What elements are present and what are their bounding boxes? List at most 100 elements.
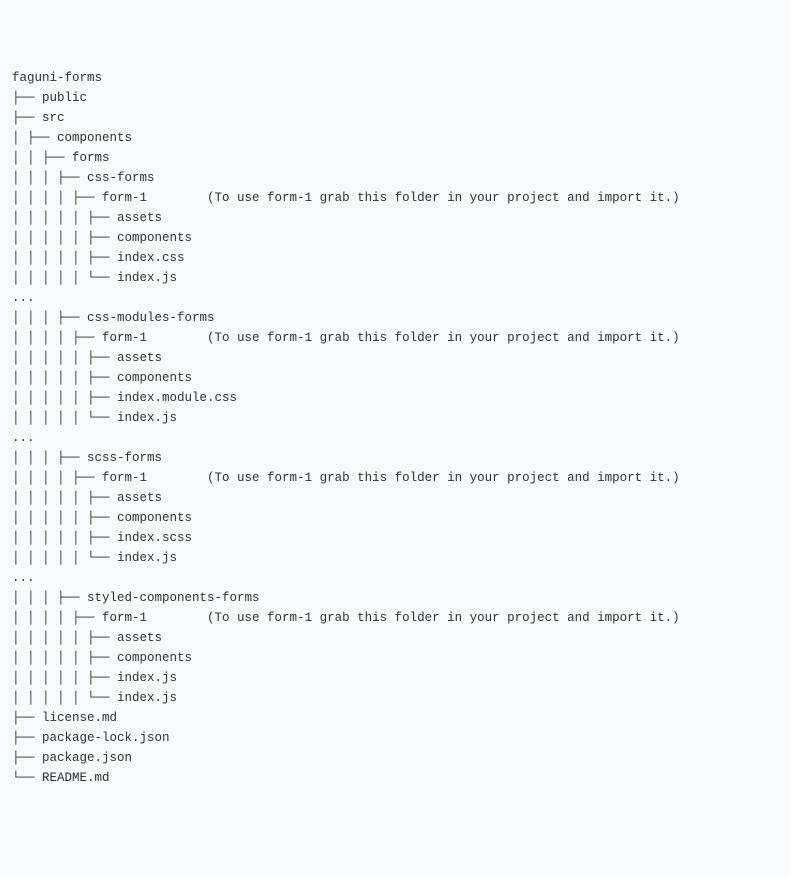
tree-line: ... xyxy=(12,428,778,448)
tree-node-name: css-modules-forms xyxy=(87,311,215,325)
tree-line: │ │ │ ├── styled-components-forms xyxy=(12,588,778,608)
tree-node-name: index.js xyxy=(117,671,177,685)
tree-line: │ │ │ │ │ ├── assets xyxy=(12,208,778,228)
tree-prefix: │ │ │ │ │ └── xyxy=(12,551,117,565)
tree-node-note: (To use form-1 grab this folder in your … xyxy=(207,331,680,345)
tree-node-name: assets xyxy=(117,351,162,365)
tree-line: │ │ │ │ │ ├── assets xyxy=(12,628,778,648)
tree-node-name: components xyxy=(117,371,192,385)
tree-line: ├── package-lock.json xyxy=(12,728,778,748)
tree-node-name: css-forms xyxy=(87,171,155,185)
tree-prefix: ├── xyxy=(12,751,42,765)
tree-prefix: └── xyxy=(12,771,42,785)
tree-line: │ │ │ │ │ ├── components xyxy=(12,368,778,388)
tree-prefix: │ │ │ │ ├── xyxy=(12,191,102,205)
tree-prefix: ... xyxy=(12,571,35,585)
tree-prefix: │ │ │ ├── xyxy=(12,591,87,605)
tree-line: ... xyxy=(12,568,778,588)
tree-prefix: │ │ │ │ │ ├── xyxy=(12,631,117,645)
tree-node-name: package.json xyxy=(42,751,132,765)
tree-node-name: form-1 xyxy=(102,191,207,205)
tree-line: │ │ ├── forms xyxy=(12,148,778,168)
tree-node-name: index.scss xyxy=(117,531,192,545)
tree-line: │ │ │ │ │ ├── index.css xyxy=(12,248,778,268)
tree-prefix: ├── xyxy=(12,711,42,725)
tree-node-name: license.md xyxy=(42,711,117,725)
tree-prefix: │ │ │ │ │ ├── xyxy=(12,671,117,685)
tree-prefix: ... xyxy=(12,431,35,445)
tree-line: │ │ │ │ │ └── index.js xyxy=(12,548,778,568)
tree-line: │ │ │ │ ├── form-1 (To use form-1 grab t… xyxy=(12,328,778,348)
tree-node-name: components xyxy=(117,231,192,245)
tree-node-note: (To use form-1 grab this folder in your … xyxy=(207,471,680,485)
tree-line: ├── src xyxy=(12,108,778,128)
tree-line: │ │ │ │ │ └── index.js xyxy=(12,268,778,288)
tree-prefix: │ │ │ │ │ ├── xyxy=(12,511,117,525)
tree-prefix: │ │ │ │ │ ├── xyxy=(12,531,117,545)
tree-line: ├── license.md xyxy=(12,708,778,728)
tree-line: │ │ │ │ │ └── index.js xyxy=(12,688,778,708)
tree-line: │ │ │ │ ├── form-1 (To use form-1 grab t… xyxy=(12,608,778,628)
tree-line: │ │ │ │ │ ├── assets xyxy=(12,348,778,368)
tree-prefix: │ │ │ │ │ ├── xyxy=(12,371,117,385)
tree-prefix: │ │ │ │ ├── xyxy=(12,471,102,485)
tree-prefix: │ │ │ │ │ └── xyxy=(12,691,117,705)
tree-node-note: (To use form-1 grab this folder in your … xyxy=(207,191,680,205)
tree-line: ... xyxy=(12,288,778,308)
tree-line: │ │ │ ├── css-modules-forms xyxy=(12,308,778,328)
tree-prefix: │ │ │ │ │ ├── xyxy=(12,391,117,405)
tree-prefix: │ │ │ │ │ ├── xyxy=(12,351,117,365)
tree-node-name: assets xyxy=(117,631,162,645)
tree-prefix: ... xyxy=(12,291,35,305)
tree-node-name: README.md xyxy=(42,771,110,785)
tree-prefix: │ │ │ │ │ ├── xyxy=(12,251,117,265)
tree-node-name: index.css xyxy=(117,251,185,265)
tree-line: │ ├── components xyxy=(12,128,778,148)
tree-line: │ │ │ │ │ └── index.js xyxy=(12,408,778,428)
directory-tree: faguni-forms├── public├── src│ ├── compo… xyxy=(12,68,778,788)
tree-node-name: package-lock.json xyxy=(42,731,170,745)
tree-prefix: │ │ │ │ │ ├── xyxy=(12,491,117,505)
tree-node-name: public xyxy=(42,91,87,105)
tree-node-name: components xyxy=(117,511,192,525)
tree-prefix: │ │ │ ├── xyxy=(12,451,87,465)
tree-node-name: form-1 xyxy=(102,331,207,345)
tree-prefix: │ ├── xyxy=(12,131,57,145)
tree-line: │ │ │ │ │ ├── components xyxy=(12,228,778,248)
tree-line: │ │ │ │ │ ├── index.module.css xyxy=(12,388,778,408)
tree-line: faguni-forms xyxy=(12,68,778,88)
tree-prefix: ├── xyxy=(12,731,42,745)
tree-node-name: src xyxy=(42,111,65,125)
tree-prefix: │ │ │ │ │ ├── xyxy=(12,651,117,665)
tree-node-name: index.js xyxy=(117,411,177,425)
tree-prefix: ├── xyxy=(12,91,42,105)
tree-prefix: │ │ │ │ │ ├── xyxy=(12,211,117,225)
tree-line: │ │ │ │ ├── form-1 (To use form-1 grab t… xyxy=(12,468,778,488)
tree-node-name: assets xyxy=(117,211,162,225)
tree-node-name: form-1 xyxy=(102,471,207,485)
tree-line: │ │ │ │ │ ├── components xyxy=(12,648,778,668)
tree-node-name: index.js xyxy=(117,271,177,285)
tree-prefix: │ │ │ ├── xyxy=(12,171,87,185)
tree-line: │ │ │ │ ├── form-1 (To use form-1 grab t… xyxy=(12,188,778,208)
tree-line: │ │ │ │ │ ├── assets xyxy=(12,488,778,508)
tree-line: │ │ │ │ │ ├── index.scss xyxy=(12,528,778,548)
tree-node-name: scss-forms xyxy=(87,451,162,465)
tree-node-name: form-1 xyxy=(102,611,207,625)
tree-prefix: │ │ │ ├── xyxy=(12,311,87,325)
tree-line: │ │ │ │ │ ├── index.js xyxy=(12,668,778,688)
tree-node-name: assets xyxy=(117,491,162,505)
tree-node-name: faguni-forms xyxy=(12,71,102,85)
tree-line: │ │ │ ├── css-forms xyxy=(12,168,778,188)
tree-prefix: │ │ ├── xyxy=(12,151,72,165)
tree-prefix: │ │ │ │ │ ├── xyxy=(12,231,117,245)
tree-line: │ │ │ ├── scss-forms xyxy=(12,448,778,468)
tree-line: └── README.md xyxy=(12,768,778,788)
tree-node-name: components xyxy=(117,651,192,665)
tree-prefix: │ │ │ │ ├── xyxy=(12,331,102,345)
tree-prefix: │ │ │ │ │ └── xyxy=(12,411,117,425)
tree-node-note: (To use form-1 grab this folder in your … xyxy=(207,611,680,625)
tree-line: ├── package.json xyxy=(12,748,778,768)
tree-node-name: styled-components-forms xyxy=(87,591,260,605)
tree-node-name: index.js xyxy=(117,551,177,565)
